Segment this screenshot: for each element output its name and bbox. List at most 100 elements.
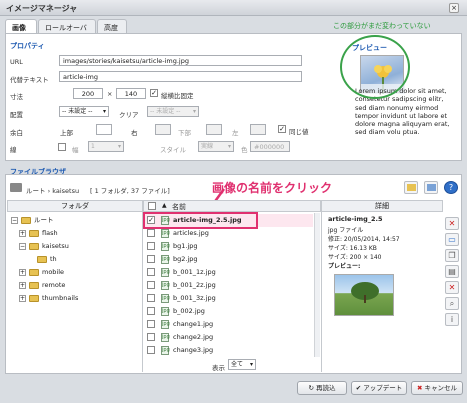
upload-icon[interactable] (424, 181, 438, 194)
margin-right-input[interactable] (155, 124, 171, 135)
list-item[interactable]: jpg bg1.jpg (147, 240, 198, 253)
list-item[interactable]: jpg change1.jpg (147, 318, 213, 331)
height-input[interactable]: 140 (116, 88, 146, 99)
same-checkbox[interactable]: ✓ (278, 125, 286, 133)
list-item[interactable]: jpg change3.jpg (147, 344, 213, 357)
border-color-input[interactable]: #000000 (250, 141, 290, 152)
detail-pane: article-img_2.5 jpg ファイル 修正: 20/05/2014,… (321, 212, 443, 372)
tree-toggle-icon: + (19, 268, 26, 276)
tree-image-icon (351, 282, 379, 303)
tab-image[interactable]: 画像 (5, 19, 37, 34)
list-item[interactable]: jpg b_001_1z.jpg (147, 266, 216, 279)
info-icon[interactable]: ⅰ (445, 313, 459, 326)
alt-label: 代替テキスト (10, 76, 49, 84)
detail-column-header: 詳細 (321, 200, 443, 212)
folder-file-count: [ 1 フォルダ, 37 ファイル] (90, 187, 170, 195)
border-width-select[interactable]: 1 (88, 141, 124, 152)
copy-icon[interactable]: ❐ (445, 249, 459, 262)
annotation-circle (340, 35, 410, 99)
folder-icon (29, 229, 39, 237)
list-item[interactable]: jpg b_001_3z.jpg (147, 292, 216, 305)
align-select[interactable]: -- 未設定 -- (59, 106, 109, 117)
file-icon: jpg (161, 254, 170, 264)
url-label: URL (10, 58, 23, 66)
file-icon: jpg (161, 228, 170, 238)
tree-toggle-icon: − (19, 242, 26, 250)
folder-icon (29, 281, 39, 289)
tree-item-root[interactable]: − ルート (11, 214, 54, 227)
cancel-button[interactable]: ✖ キャンセル (411, 381, 463, 395)
window-title: イメージマネージャ (6, 4, 78, 13)
size-label: 寸法 (10, 93, 23, 101)
file-list: ✓ jpg article-img_2.5.jpg jpg articles.jpg … (143, 212, 321, 357)
tree-item-remote[interactable]: + remote (19, 279, 65, 292)
update-button[interactable]: ✔ アップデート (351, 381, 407, 395)
detail-modified: 修正: 20/05/2014, 14:57 (328, 236, 400, 243)
name-column-header[interactable]: ▲ 名前 (143, 200, 321, 212)
border-style-select[interactable]: 実線 (198, 141, 234, 152)
tree-item-thumbnails[interactable]: + thumbnails (19, 292, 78, 305)
tree-item-th[interactable]: th (37, 253, 57, 266)
rename-icon[interactable]: ▭ (445, 233, 459, 246)
highlight-box (143, 212, 258, 229)
folder-column-header: フォルダ (7, 200, 143, 212)
list-item[interactable]: jpg b_002.jpg (147, 305, 205, 318)
margin-top-input[interactable] (96, 124, 112, 135)
detail-filename: article-img_2.5 (328, 215, 383, 223)
properties-heading: プロパティ (10, 42, 45, 50)
folder-icon (37, 255, 47, 263)
help-icon[interactable]: ? (444, 181, 458, 194)
file-icon: jpg (161, 280, 170, 290)
width-input[interactable]: 200 (73, 88, 103, 99)
file-icon: jpg (161, 241, 170, 251)
file-icon: jpg (161, 345, 170, 355)
refresh-icon: ↻ (308, 384, 316, 392)
file-icon: jpg (161, 306, 170, 316)
border-style-label: スタイル (160, 146, 186, 154)
list-item[interactable]: jpg bg2.jpg (147, 253, 198, 266)
border-width-label: 幅 (72, 146, 79, 154)
title-bar: イメージマネージャ × (0, 0, 467, 16)
margin-bottom-input[interactable] (206, 124, 222, 135)
detail-dimensions: サイズ: 200 × 140 (328, 254, 382, 261)
same-label: 同じ値 (289, 128, 309, 136)
margin-left-label: 左 (232, 129, 239, 137)
show-select[interactable]: 全て (228, 359, 256, 370)
delete-icon[interactable]: ✕ (445, 217, 459, 230)
annotation-top: この部分がまだ変わっていない (333, 22, 431, 30)
file-icon: jpg (161, 267, 170, 277)
border-checkbox[interactable] (58, 143, 66, 151)
tree-toggle-icon: + (19, 281, 26, 289)
url-input[interactable]: images/stories/kaisetsu/article-img.jpg (59, 55, 302, 66)
list-item[interactable]: jpg change2.jpg (147, 331, 213, 344)
ratio-checkbox[interactable]: ✓ (150, 89, 158, 97)
breadcrumb[interactable]: ルート › kaisetsu (26, 185, 79, 195)
file-list-scrollbar[interactable] (314, 213, 320, 357)
tree-item-mobile[interactable]: + mobile (19, 266, 64, 279)
tree-toggle-icon: + (19, 229, 26, 237)
remove-icon[interactable]: ✕ (445, 281, 459, 294)
detail-size: サイズ: 16.13 KB (328, 245, 377, 252)
new-folder-icon[interactable] (404, 181, 418, 194)
tab-rollover[interactable]: ロールオーバー (38, 19, 96, 42)
margin-bottom-label: 下部 (178, 129, 191, 137)
list-item[interactable]: jpg b_001_2z.jpg (147, 279, 216, 292)
ratio-label: 縦横比固定 (161, 92, 194, 100)
refresh-button[interactable]: ↻ 再読込 (297, 381, 347, 395)
margin-right-label: 右 (131, 129, 138, 137)
tree-item-flash[interactable]: + flash (19, 227, 58, 240)
folder-tree: − ルート + flash − kaisetsu th + mobile + remote… (7, 212, 143, 372)
close-icon[interactable]: × (449, 3, 459, 13)
zoom-icon[interactable]: ⌕ (445, 297, 459, 310)
folder-icon (21, 216, 31, 224)
margin-left-input[interactable] (250, 124, 266, 135)
clear-select[interactable]: -- 未設定 -- (147, 106, 199, 117)
cancel-icon: ✖ (416, 384, 425, 392)
align-label: 配置 (10, 111, 23, 119)
tree-item-kaisetsu[interactable]: − kaisetsu (19, 240, 69, 253)
tab-advanced[interactable]: 高度 (97, 19, 127, 34)
alt-input[interactable]: article-img (59, 71, 302, 82)
detail-preview-label: プレビュー: (328, 263, 361, 270)
paste-icon[interactable]: ▤ (445, 265, 459, 278)
times-sign: × (107, 90, 113, 98)
